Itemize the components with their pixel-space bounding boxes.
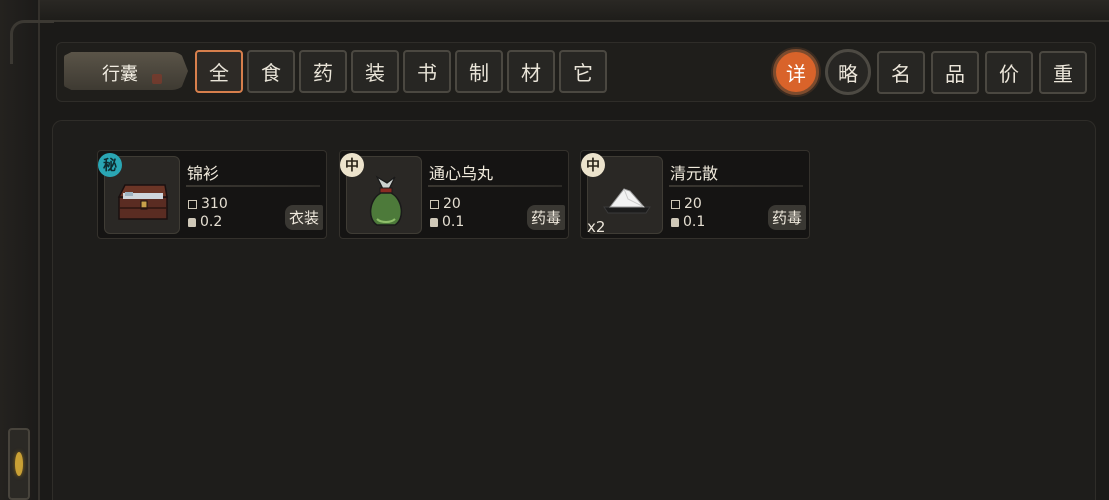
weight-value: 0.1 (442, 214, 465, 230)
tab-crafting[interactable]: 制 (455, 50, 503, 93)
view-detail-button[interactable]: 详 (773, 49, 819, 95)
chest-icon (117, 184, 168, 220)
coin-icon (671, 199, 680, 209)
coin-icon (188, 199, 197, 209)
inventory-title-scroll: 行囊 (64, 52, 188, 90)
sort-grade-button[interactable]: 品 (931, 50, 979, 94)
item-card[interactable]: 中 通心乌丸 20 0.1 药毒 (339, 150, 569, 239)
item-name: 通心乌丸 (429, 164, 494, 183)
item-price: 310 (188, 196, 228, 212)
price-value: 310 (201, 196, 228, 212)
tab-materials[interactable]: 材 (507, 50, 555, 93)
weight-icon (188, 217, 196, 227)
side-ornament (8, 428, 30, 500)
item-card[interactable]: 中 x2 清元散 20 0.1 药毒 (580, 150, 810, 239)
item-price: 20 (671, 196, 702, 212)
item-quantity: x2 (587, 218, 606, 236)
weight-icon (671, 217, 679, 227)
pill-bag-icon (369, 175, 403, 226)
coin-icon (430, 199, 439, 209)
price-value: 20 (443, 196, 461, 212)
window-frame-top (0, 0, 1109, 22)
seal-stamp-icon (152, 74, 162, 84)
tab-medicine[interactable]: 药 (299, 50, 347, 93)
grade-badge: 中 (340, 153, 364, 177)
item-weight: 0.2 (188, 214, 222, 230)
sort-price-button[interactable]: 价 (985, 50, 1033, 94)
item-weight: 0.1 (671, 214, 705, 230)
view-brief-button[interactable]: 略 (825, 49, 871, 95)
item-price: 20 (430, 196, 461, 212)
grade-badge: 中 (581, 153, 605, 177)
sort-weight-button[interactable]: 重 (1039, 50, 1087, 94)
tab-equipment[interactable]: 装 (351, 50, 399, 93)
frame-corner-ornament (10, 20, 54, 64)
ornament-gem-icon (15, 452, 23, 476)
weight-value: 0.2 (200, 214, 223, 230)
filter-tabs: 全 食 药 装 书 制 材 它 (195, 50, 607, 93)
tab-other[interactable]: 它 (559, 50, 607, 93)
item-name: 清元散 (670, 164, 719, 183)
tab-all[interactable]: 全 (195, 50, 243, 93)
name-divider (186, 185, 320, 187)
inventory-title: 行囊 (102, 64, 138, 85)
category-tag: 药毒 (767, 205, 806, 230)
sort-name-button[interactable]: 名 (877, 50, 925, 94)
view-and-sort-controls: 详 略 名 品 价 重 (773, 49, 1087, 95)
item-card[interactable]: 秘 锦衫 310 0.2 衣装 (97, 150, 327, 239)
grade-badge: 秘 (98, 153, 122, 177)
price-value: 20 (684, 196, 702, 212)
weight-value: 0.1 (683, 214, 706, 230)
name-divider (428, 185, 562, 187)
item-weight: 0.1 (430, 214, 464, 230)
weight-icon (430, 217, 438, 227)
powder-icon (603, 188, 651, 214)
category-tag: 衣装 (284, 205, 323, 230)
item-name: 锦衫 (187, 164, 220, 183)
category-tag: 药毒 (526, 205, 565, 230)
tab-food[interactable]: 食 (247, 50, 295, 93)
window-frame-left (0, 0, 40, 500)
tab-books[interactable]: 书 (403, 50, 451, 93)
name-divider (669, 185, 803, 187)
